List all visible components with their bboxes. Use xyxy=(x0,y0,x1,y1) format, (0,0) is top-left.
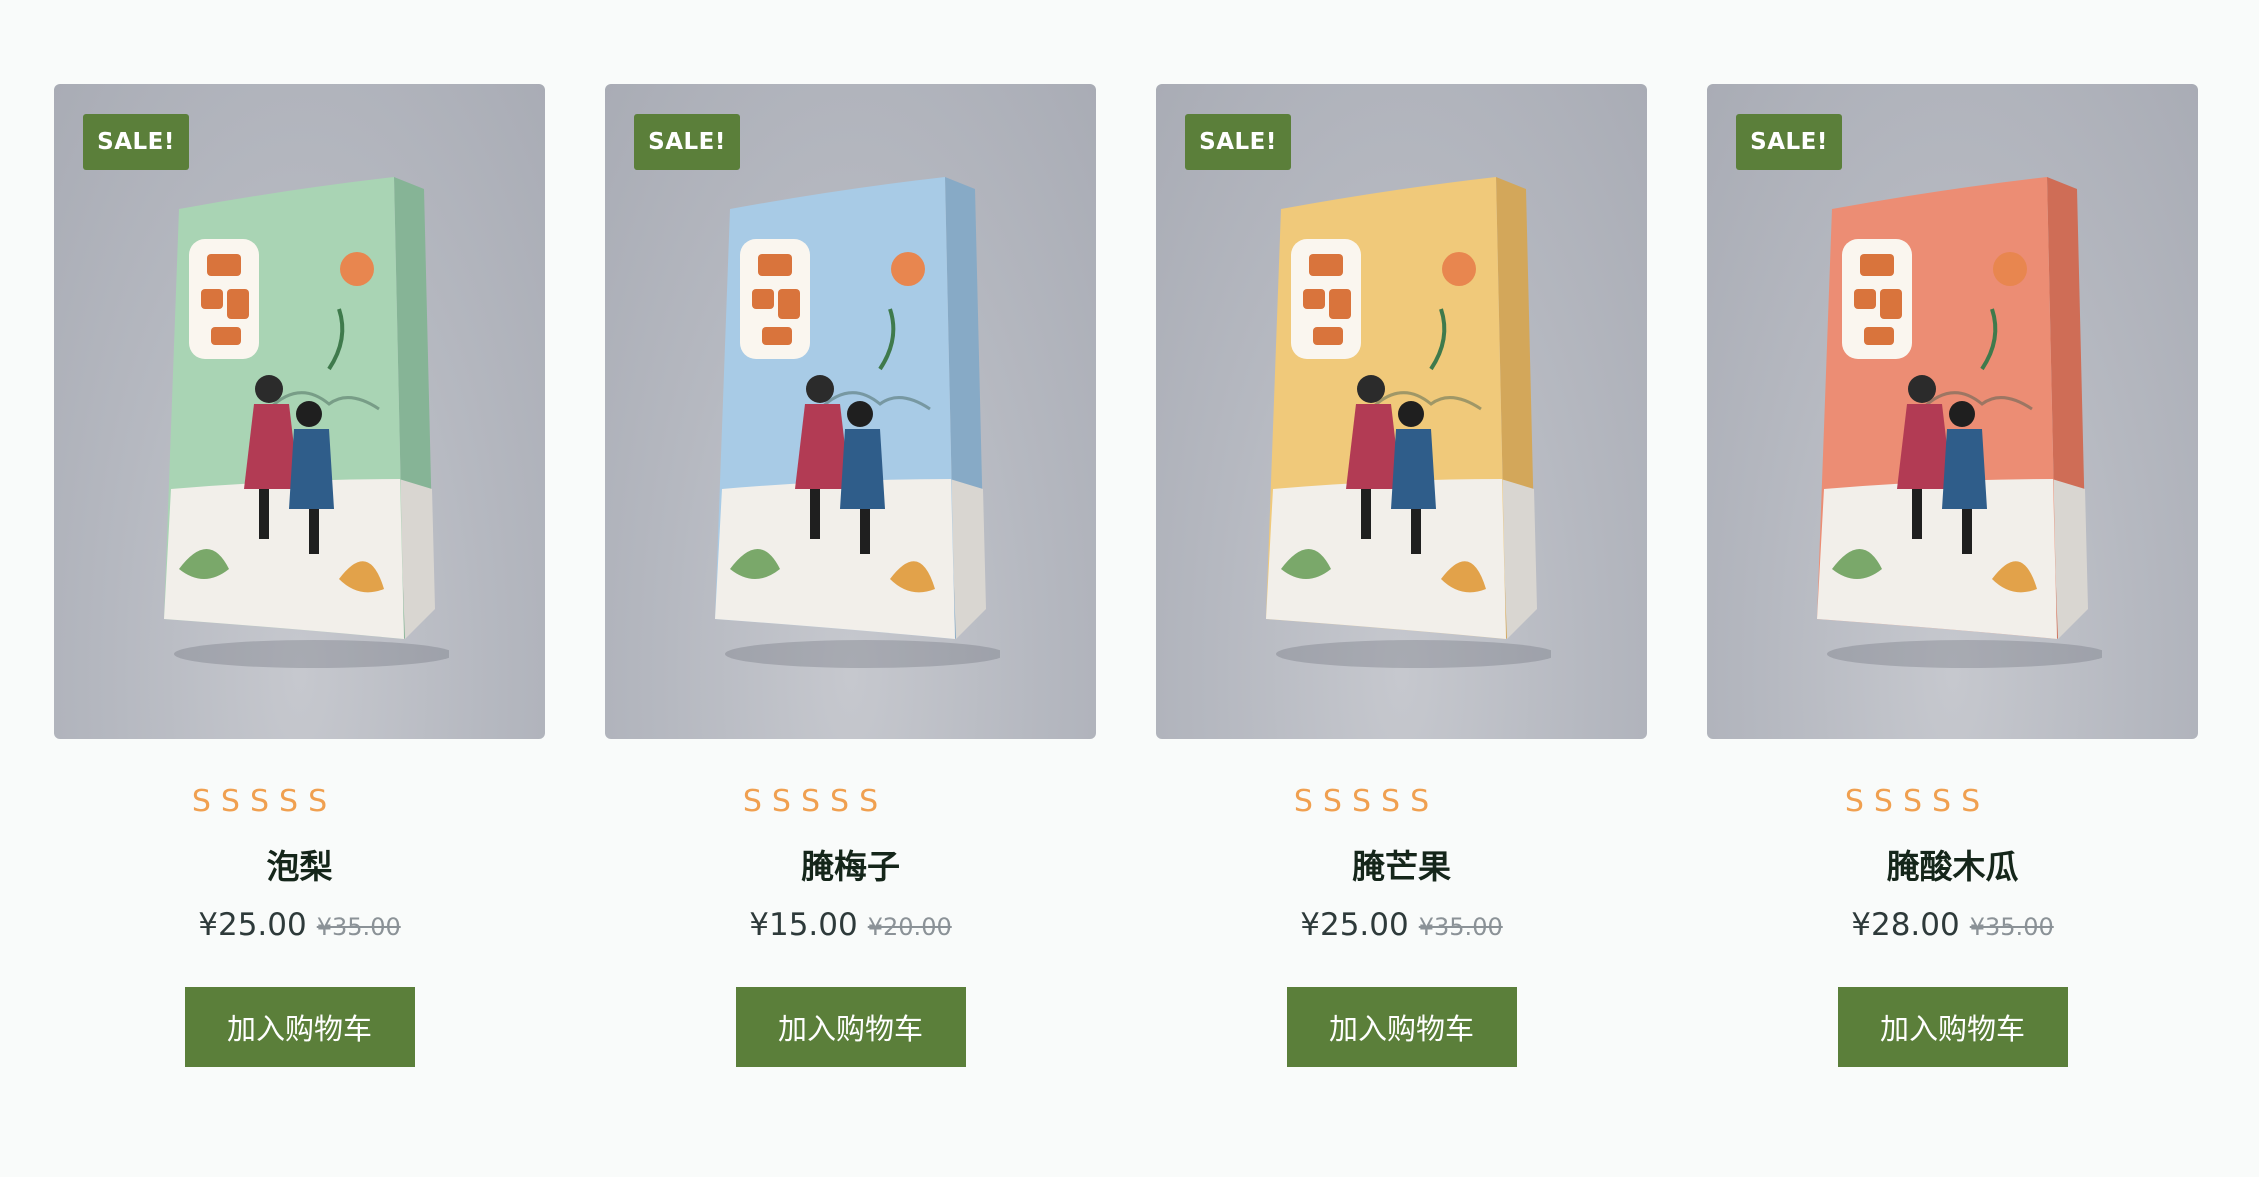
product-title[interactable]: 腌芒果 xyxy=(1352,847,1451,887)
product-title[interactable]: 腌酸木瓜 xyxy=(1887,847,2019,887)
sale-badge: SALE! xyxy=(1185,114,1291,170)
price-row: ¥28.00 ¥35.00 xyxy=(1851,907,2053,943)
star-icon: S xyxy=(1844,784,1864,819)
sale-badge: SALE! xyxy=(83,114,189,170)
sale-price: ¥25.00 xyxy=(1300,906,1409,943)
star-icon: S xyxy=(249,784,270,819)
rating-stars: S S S S S xyxy=(192,787,327,817)
sale-price: ¥15.00 xyxy=(749,906,858,943)
product-card: SALE! S S S S S 泡梨 ¥25.00 ¥35.00 加入购物车 xyxy=(54,84,545,1067)
star-icon: S xyxy=(1381,784,1401,819)
original-price: ¥35.00 xyxy=(1418,912,1503,941)
product-image[interactable]: SALE! xyxy=(1156,84,1647,739)
product-card: SALE! S S S S S 腌芒果 ¥25.00 ¥35.00 加入购物车 xyxy=(1156,84,1647,1067)
price-row: ¥15.00 ¥20.00 xyxy=(749,907,951,943)
add-to-cart-button[interactable]: 加入购物车 xyxy=(1837,986,2068,1067)
add-to-cart-button[interactable]: 加入购物车 xyxy=(735,986,966,1067)
product-image[interactable]: SALE! xyxy=(1707,84,2198,739)
star-icon: S xyxy=(1902,784,1923,819)
product-bag-image xyxy=(164,177,449,668)
star-icon: S xyxy=(1961,784,1981,819)
sale-price: ¥28.00 xyxy=(1851,906,1960,943)
product-grid: SALE! S S S S S 泡梨 ¥25.00 ¥35.00 加入购物车 S… xyxy=(54,84,2200,1067)
add-to-cart-button[interactable]: 加入购物车 xyxy=(184,986,415,1067)
sale-badge: SALE! xyxy=(1736,114,1842,170)
rating-stars: S S S S S xyxy=(1294,787,1429,817)
price-row: ¥25.00 ¥35.00 xyxy=(1300,907,1502,943)
star-icon: S xyxy=(1322,784,1342,819)
star-icon: S xyxy=(1873,784,1893,819)
original-price: ¥35.00 xyxy=(1969,912,2054,941)
product-image[interactable]: SALE! xyxy=(605,84,1096,739)
star-icon: S xyxy=(742,784,762,819)
star-icon: S xyxy=(771,784,791,819)
star-icon: S xyxy=(1293,784,1313,819)
add-to-cart-button[interactable]: 加入购物车 xyxy=(1286,986,1517,1067)
star-icon: S xyxy=(1932,784,1952,819)
rating-stars: S S S S S xyxy=(1845,787,1980,817)
product-card: SALE! S S S S S 腌梅子 ¥15.00 ¥20.00 加入购物车 xyxy=(605,84,1096,1067)
product-bag-image xyxy=(715,177,1000,668)
sale-badge: SALE! xyxy=(634,114,740,170)
original-price: ¥35.00 xyxy=(316,912,401,941)
original-price: ¥20.00 xyxy=(867,912,952,941)
sale-price: ¥25.00 xyxy=(198,906,307,943)
star-icon: S xyxy=(220,784,240,819)
product-title[interactable]: 腌梅子 xyxy=(801,847,900,887)
star-icon: S xyxy=(191,784,211,819)
star-icon: S xyxy=(1410,784,1430,819)
rating-stars: S S S S S xyxy=(743,787,878,817)
product-title[interactable]: 泡梨 xyxy=(267,847,333,887)
star-icon: S xyxy=(859,784,879,819)
star-icon: S xyxy=(1351,784,1372,819)
star-icon: S xyxy=(830,784,850,819)
star-icon: S xyxy=(308,784,328,819)
star-icon: S xyxy=(800,784,821,819)
product-bag-image xyxy=(1266,177,1551,668)
product-image[interactable]: SALE! xyxy=(54,84,545,739)
star-icon: S xyxy=(279,784,299,819)
product-card: SALE! S S S S S 腌酸木瓜 ¥28.00 ¥35.00 加入购物车 xyxy=(1707,84,2198,1067)
product-bag-image xyxy=(1817,177,2102,668)
price-row: ¥25.00 ¥35.00 xyxy=(198,907,400,943)
